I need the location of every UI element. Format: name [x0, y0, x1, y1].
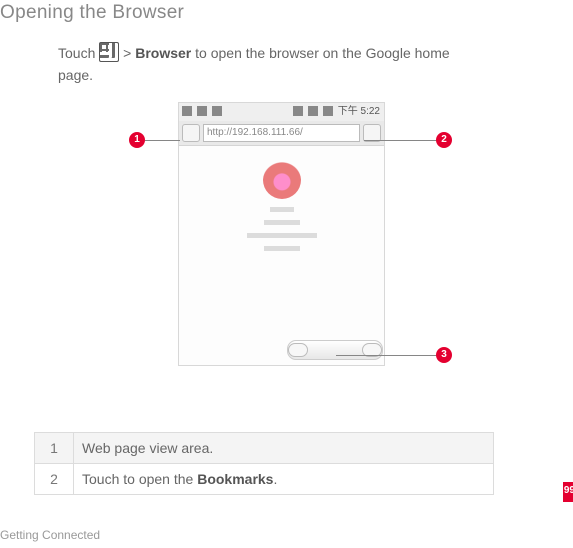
callout-line-3	[336, 355, 437, 356]
page-icon	[182, 124, 200, 142]
battery-icon	[323, 106, 333, 116]
phone-frame: 下午 5:22 http://192.168.111.66/	[178, 102, 385, 366]
page-view-area	[179, 145, 384, 365]
status-bar: 下午 5:22	[179, 103, 384, 122]
legend-number: 1	[35, 433, 74, 464]
table-row: 1 Web page view area.	[35, 433, 494, 464]
callout-line-2	[364, 140, 437, 141]
section-heading: Opening the Browser	[0, 2, 573, 24]
status-time: 下午 5:22	[338, 106, 380, 117]
legend-number: 2	[35, 464, 74, 495]
sync-icon	[293, 106, 303, 116]
huawei-logo	[263, 161, 301, 199]
page-text-line	[264, 246, 300, 251]
signal-icon	[308, 106, 318, 116]
legend-post: .	[273, 471, 277, 487]
alert-icon	[212, 106, 222, 116]
sd-icon	[182, 106, 192, 116]
url-bar: http://192.168.111.66/	[179, 121, 384, 146]
app-grid-icon	[99, 42, 119, 62]
intro-bold: Browser	[135, 45, 191, 61]
legend-pre: Touch to open the	[82, 471, 197, 487]
page-text-line	[270, 207, 294, 212]
legend-text: Touch to open the Bookmarks.	[74, 464, 494, 495]
callout-1: 1	[129, 132, 145, 148]
footer-chapter: Getting Connected	[0, 528, 100, 542]
intro-pre: Touch	[58, 45, 99, 61]
intro-paragraph: Touch > Browser to open the browser on t…	[58, 38, 468, 87]
legend-table: 1 Web page view area. 2 Touch to open th…	[34, 432, 494, 495]
intro-mid: >	[123, 45, 135, 61]
url-field: http://192.168.111.66/	[203, 124, 360, 142]
table-row: 2 Touch to open the Bookmarks.	[35, 464, 494, 495]
callout-2: 2	[436, 132, 452, 148]
callout-line-1	[145, 140, 180, 141]
zoom-control	[287, 340, 383, 360]
callout-3: 3	[436, 347, 452, 363]
page-number: 99	[564, 485, 573, 496]
usb-icon	[197, 106, 207, 116]
legend-text: Web page view area.	[74, 433, 494, 464]
page-text-line	[264, 220, 300, 225]
legend-bold: Bookmarks	[197, 471, 273, 487]
page-text-line	[247, 233, 317, 238]
browser-diagram: 下午 5:22 http://192.168.111.66/ 1 2 3	[136, 102, 516, 394]
